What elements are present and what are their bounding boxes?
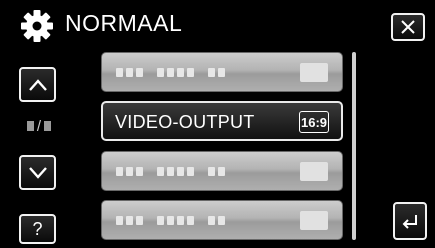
- chevron-up-icon: [28, 78, 47, 91]
- current-page-placeholder: [26, 121, 34, 131]
- help-button[interactable]: ?: [19, 214, 56, 244]
- return-icon: [402, 215, 417, 229]
- page-title: NORMAAL: [65, 10, 183, 36]
- blurred-item-label: [116, 68, 225, 77]
- scroll-down-button[interactable]: [19, 155, 56, 190]
- aspect-ratio-icon: 16:9: [299, 111, 329, 133]
- blurred-item-label: [116, 167, 225, 176]
- page-indicator: /: [18, 116, 60, 136]
- menu-item-3[interactable]: [101, 151, 343, 191]
- scrollbar[interactable]: [352, 52, 356, 240]
- back-button[interactable]: [393, 202, 427, 240]
- total-pages-placeholder: [44, 121, 52, 131]
- aspect-ratio-value: 16:9: [300, 114, 328, 130]
- blurred-item-label: [116, 216, 225, 225]
- page-separator: /: [36, 117, 42, 135]
- menu-item-1[interactable]: [101, 52, 343, 92]
- blurred-value-icon: [300, 162, 328, 181]
- gear-icon: [18, 7, 56, 45]
- menu-screen: NORMAAL / ? VIDEO-OUTPUT 16:9: [0, 0, 435, 248]
- blurred-value-icon: [300, 211, 328, 230]
- menu-item-video-output[interactable]: VIDEO-OUTPUT 16:9: [101, 101, 343, 141]
- menu-item-label: VIDEO-OUTPUT: [115, 112, 255, 132]
- help-label: ?: [32, 218, 43, 239]
- scroll-up-button[interactable]: [19, 67, 56, 102]
- close-icon: [401, 20, 415, 34]
- close-button[interactable]: [391, 13, 425, 41]
- blurred-value-icon: [300, 63, 328, 82]
- menu-item-4[interactable]: [101, 200, 343, 240]
- chevron-down-icon: [28, 166, 47, 179]
